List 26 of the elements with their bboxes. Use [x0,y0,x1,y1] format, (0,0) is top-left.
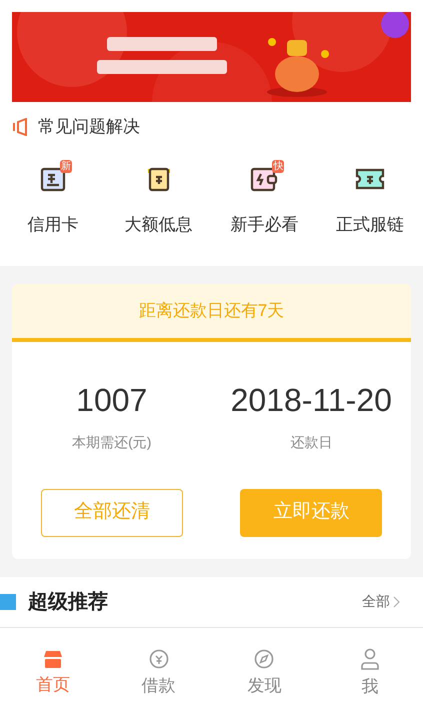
tab-item[interactable]: 发现 [212,628,318,720]
coin-icon [148,649,169,669]
tab-item[interactable]: 我 [317,628,423,720]
amount-value: 1007 [76,382,148,418]
tab-item[interactable]: 首页 [0,628,106,720]
ticket-icon [355,167,386,191]
tab-item[interactable]: 借款 [106,628,212,720]
shortcut-item[interactable]: 正式服链 [317,164,423,238]
shop-icon [42,650,63,668]
due-date: 2018-11-20 [230,382,392,418]
section-marker [0,594,16,610]
compass-icon [254,649,274,669]
repay-all-button[interactable]: 全部还清 [40,488,183,536]
view-all-link[interactable]: 全部 [362,591,401,612]
badge: 快 [272,160,284,173]
chevron-icon [393,596,401,608]
due-date-label: 还款日 [290,432,332,452]
badge: 新 [60,160,72,173]
notice-banner: 距离还款日还有7天 [12,284,411,342]
section-title: 超级推荐 [28,590,109,614]
amount-label: 本期需还(元) [72,432,152,452]
speaker-icon [12,118,28,136]
user-icon [360,648,380,670]
shortcut-item[interactable]: 大额低息 [106,164,212,238]
section-title: 常见问题解决 [38,116,140,138]
repay-now-button[interactable]: 立即还款 [240,488,382,536]
